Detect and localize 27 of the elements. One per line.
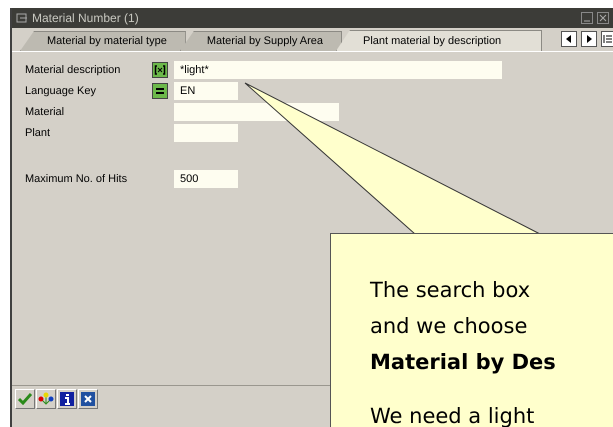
confirm-button[interactable] [15, 389, 35, 409]
tab-list-icon[interactable] [601, 31, 613, 47]
window-icon [16, 13, 28, 23]
input-field[interactable]: EN [174, 82, 238, 100]
field-label: Language Key [25, 84, 97, 99]
close-icon[interactable] [597, 12, 609, 24]
field-label: Maximum No. of Hits [25, 172, 128, 187]
cancel-button[interactable] [78, 389, 98, 409]
input-field[interactable]: *light* [174, 61, 502, 79]
input-field[interactable] [174, 124, 238, 142]
field-label: Material description [25, 62, 122, 78]
field-label: Plant [25, 126, 52, 141]
input-field[interactable]: 500 [174, 170, 238, 188]
tab-right-icon[interactable] [581, 31, 597, 47]
tab-left-icon[interactable] [561, 31, 577, 47]
callout-text: We need a light [370, 403, 536, 427]
tab[interactable]: Material by Supply Area [180, 31, 342, 51]
info-button[interactable] [57, 389, 77, 409]
callout-text: The search box and we choose Material by Des [370, 277, 557, 376]
pattern-option-icon[interactable] [152, 62, 168, 78]
equals-option-icon[interactable] [152, 83, 168, 99]
field-label: Material [25, 104, 66, 120]
window-title: Material Number (1) [32, 10, 139, 27]
minimize-icon[interactable] [581, 12, 593, 24]
tab[interactable]: Plant material by description [336, 30, 542, 51]
hierarchy-button[interactable] [36, 389, 56, 409]
tab[interactable]: Material by material type [20, 31, 186, 51]
